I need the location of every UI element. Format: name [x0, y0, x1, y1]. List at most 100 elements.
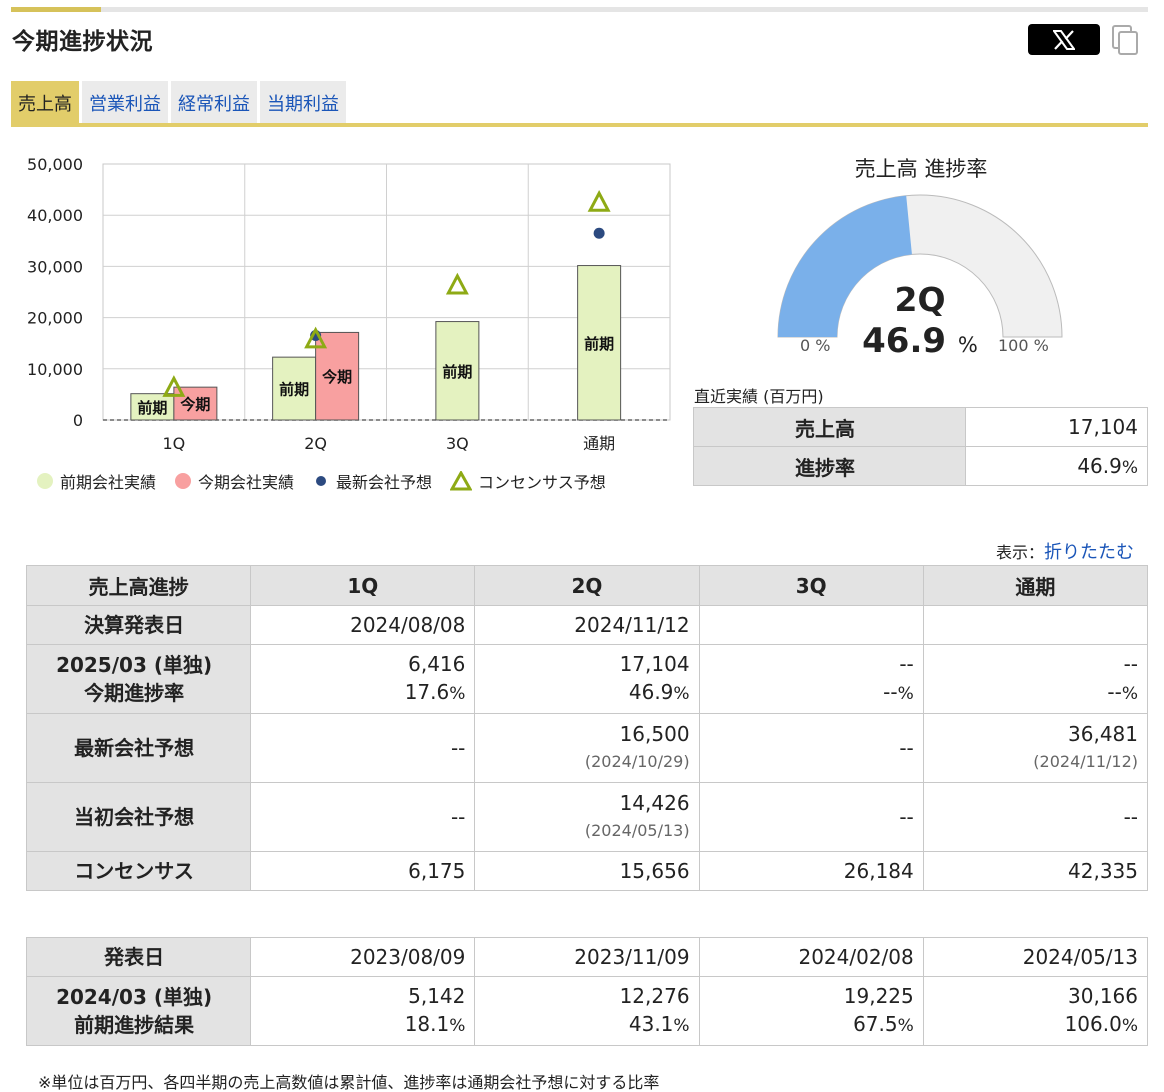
recent-rate-unit: % [1121, 458, 1138, 478]
pct-unit: % [1121, 684, 1138, 704]
table-row: 最新会社予想 -- 16,500 (2024/10/29) -- 36,481 (2… [25, 713, 1149, 783]
y-tick-label: 0 [73, 411, 83, 430]
table-row: 発表日 2023/08/09 2023/11/09 2024/02/08 202… [25, 937, 1149, 977]
display-toggle-label: 表示： [996, 543, 1045, 562]
legend-curr-swatch [175, 473, 192, 489]
tab-operating-profit[interactable]: 営業利益 [82, 81, 168, 124]
table-cell: 17,104 46.9% [474, 644, 700, 714]
table-cell: -- [250, 713, 476, 783]
y-tick-label: 50,000 [27, 155, 83, 174]
cell-value: 17,104 [619, 652, 690, 676]
table-cell: 2023/11/09 [474, 937, 700, 977]
tab-sales[interactable]: 売上高 [11, 81, 79, 124]
legend-prev-actual-label: 前期会社実績 [60, 473, 157, 492]
cell-rate: 17.6% [251, 678, 466, 708]
tab-underline [11, 123, 1148, 127]
legend-latest-swatch [316, 476, 327, 486]
chart-legend: 前期会社実績 今期会社実績 最新会社予想 コンセンサス予想 [36, 469, 606, 493]
cell-value: 5,142 [408, 984, 466, 1008]
rate-number: 17.6 [404, 680, 450, 704]
rate-number: 106.0 [1064, 1012, 1122, 1036]
pct-unit: % [897, 684, 914, 704]
table-cell: -- --% [698, 644, 924, 714]
table-cell: 2023/08/09 [250, 937, 476, 977]
recent-rate-number: 46.9 [1077, 454, 1122, 478]
metric-tabs: 売上高 営業利益 経常利益 当期利益 [11, 81, 346, 124]
cell-rate: 46.9% [475, 678, 690, 708]
copy-button[interactable] [1110, 24, 1140, 56]
row-header: 決算発表日 [25, 605, 252, 645]
table-cell: -- [698, 713, 924, 783]
cell-value: 16,500 [619, 722, 690, 746]
top-bar [11, 7, 1148, 12]
cell-rate: --% [924, 678, 1138, 708]
row-header: 最新会社予想 [25, 713, 252, 783]
table-cell: 15,656 [474, 851, 700, 891]
column-header: 通期 [922, 565, 1149, 606]
bar-prev-label: 前期 [279, 381, 309, 399]
cell-value: 12,276 [619, 984, 690, 1008]
column-header: 3Q [698, 565, 924, 606]
x-logo-icon [1053, 29, 1075, 50]
gauge-min-label: 0 % [800, 336, 831, 355]
cell-value: -- [899, 736, 914, 760]
gauge-value-unit: % [957, 333, 978, 357]
table-cell: 14,426 (2024/05/13) [474, 782, 700, 852]
point-consensus [445, 272, 469, 295]
table-row: 当初会社予想 -- 14,426 (2024/05/13) -- -- [25, 782, 1149, 852]
cell-date: (2024/10/29) [584, 752, 690, 771]
table-header-row: 売上高進捗 1Q 2Q 3Q 通期 [25, 565, 1149, 606]
cell-value: -- [450, 805, 466, 829]
cell-rate: 106.0% [924, 1010, 1138, 1040]
table-cell: -- [698, 782, 924, 852]
tab-ordinary-profit[interactable]: 経常利益 [171, 81, 257, 124]
table-row: コンセンサス 6,175 15,656 26,184 42,335 [25, 851, 1149, 891]
pct-unit: % [673, 684, 690, 704]
pct-unit: % [449, 1016, 466, 1036]
footnote: ※単位は百万円、各四半期の売上高数値は累計値、進捗率は通期会社予想に対する比率 [38, 1073, 660, 1092]
cell-rate: 67.5% [700, 1010, 914, 1040]
table-row: 2025/03 (単独) 今期進捗率 6,416 17.6% 17,104 46.9%… [25, 644, 1149, 714]
cell-value: 36,481 [1068, 722, 1138, 746]
cell-date: (2024/05/13) [584, 821, 690, 840]
display-toggle: 表示：折りたたむ [996, 538, 1134, 564]
row-header-line: 2024/03 (単独) [56, 985, 213, 1009]
recent-sales-label: 売上高 [693, 407, 966, 447]
table-cell: 42,335 [922, 851, 1149, 891]
recent-results-label: 直近実績 (百万円) [694, 387, 824, 406]
row-header: 当初会社予想 [25, 782, 252, 852]
recent-sales-value: 17,104 [965, 407, 1148, 447]
table-cell [698, 605, 924, 645]
legend-consensus: コンセンサス予想 [450, 469, 606, 493]
bar-curr-label: 今期 [321, 368, 352, 386]
rate-number: -- [883, 680, 898, 704]
rate-number: -- [1107, 680, 1122, 704]
table-cell: 2024/05/13 [922, 937, 1149, 977]
cell-value: 30,166 [1068, 984, 1138, 1008]
table-cell: -- [922, 782, 1149, 852]
rate-number: 67.5 [853, 1012, 898, 1036]
tab-net-profit[interactable]: 当期利益 [260, 81, 346, 124]
table-cell: 36,481 (2024/11/12) [922, 713, 1149, 783]
progress-bar-chart: 前期 今期前期今期 前期前期 50,00040,00030,00020,00010,… [27, 155, 671, 453]
gauge-value: 46.9 % [850, 321, 990, 361]
table-row: 売上高 17,104 [693, 407, 1148, 447]
cell-rate: --% [700, 678, 914, 708]
table-cell: -- --% [922, 644, 1149, 714]
collapse-link[interactable]: 折りたたむ [1044, 542, 1134, 563]
sales-progress-table: 売上高進捗 1Q 2Q 3Q 通期 決算発表日 2024/08/08 2024/… [25, 565, 1149, 891]
table-cell: 30,166 106.0% [922, 976, 1149, 1046]
copy-icon [1112, 25, 1138, 55]
row-header-line: 今期進捗率 [84, 681, 185, 705]
cell-value: -- [899, 652, 914, 676]
x-tick-label: 通期 [583, 434, 615, 453]
x-share-button[interactable] [1028, 24, 1100, 55]
table-cell: 6,416 17.6% [250, 644, 476, 714]
table-row: 2024/03 (単独) 前期進捗結果 5,142 18.1% 12,276 43.1… [25, 976, 1149, 1046]
table-cell: 2024/02/08 [698, 937, 924, 977]
cell-date: (2024/11/12) [1033, 752, 1138, 771]
gauge-title: 売上高 進捗率 [854, 157, 988, 181]
legend-consensus-swatch [450, 471, 473, 491]
table-cell: 2024/08/08 [250, 605, 476, 645]
top-bar-accent [11, 7, 101, 12]
